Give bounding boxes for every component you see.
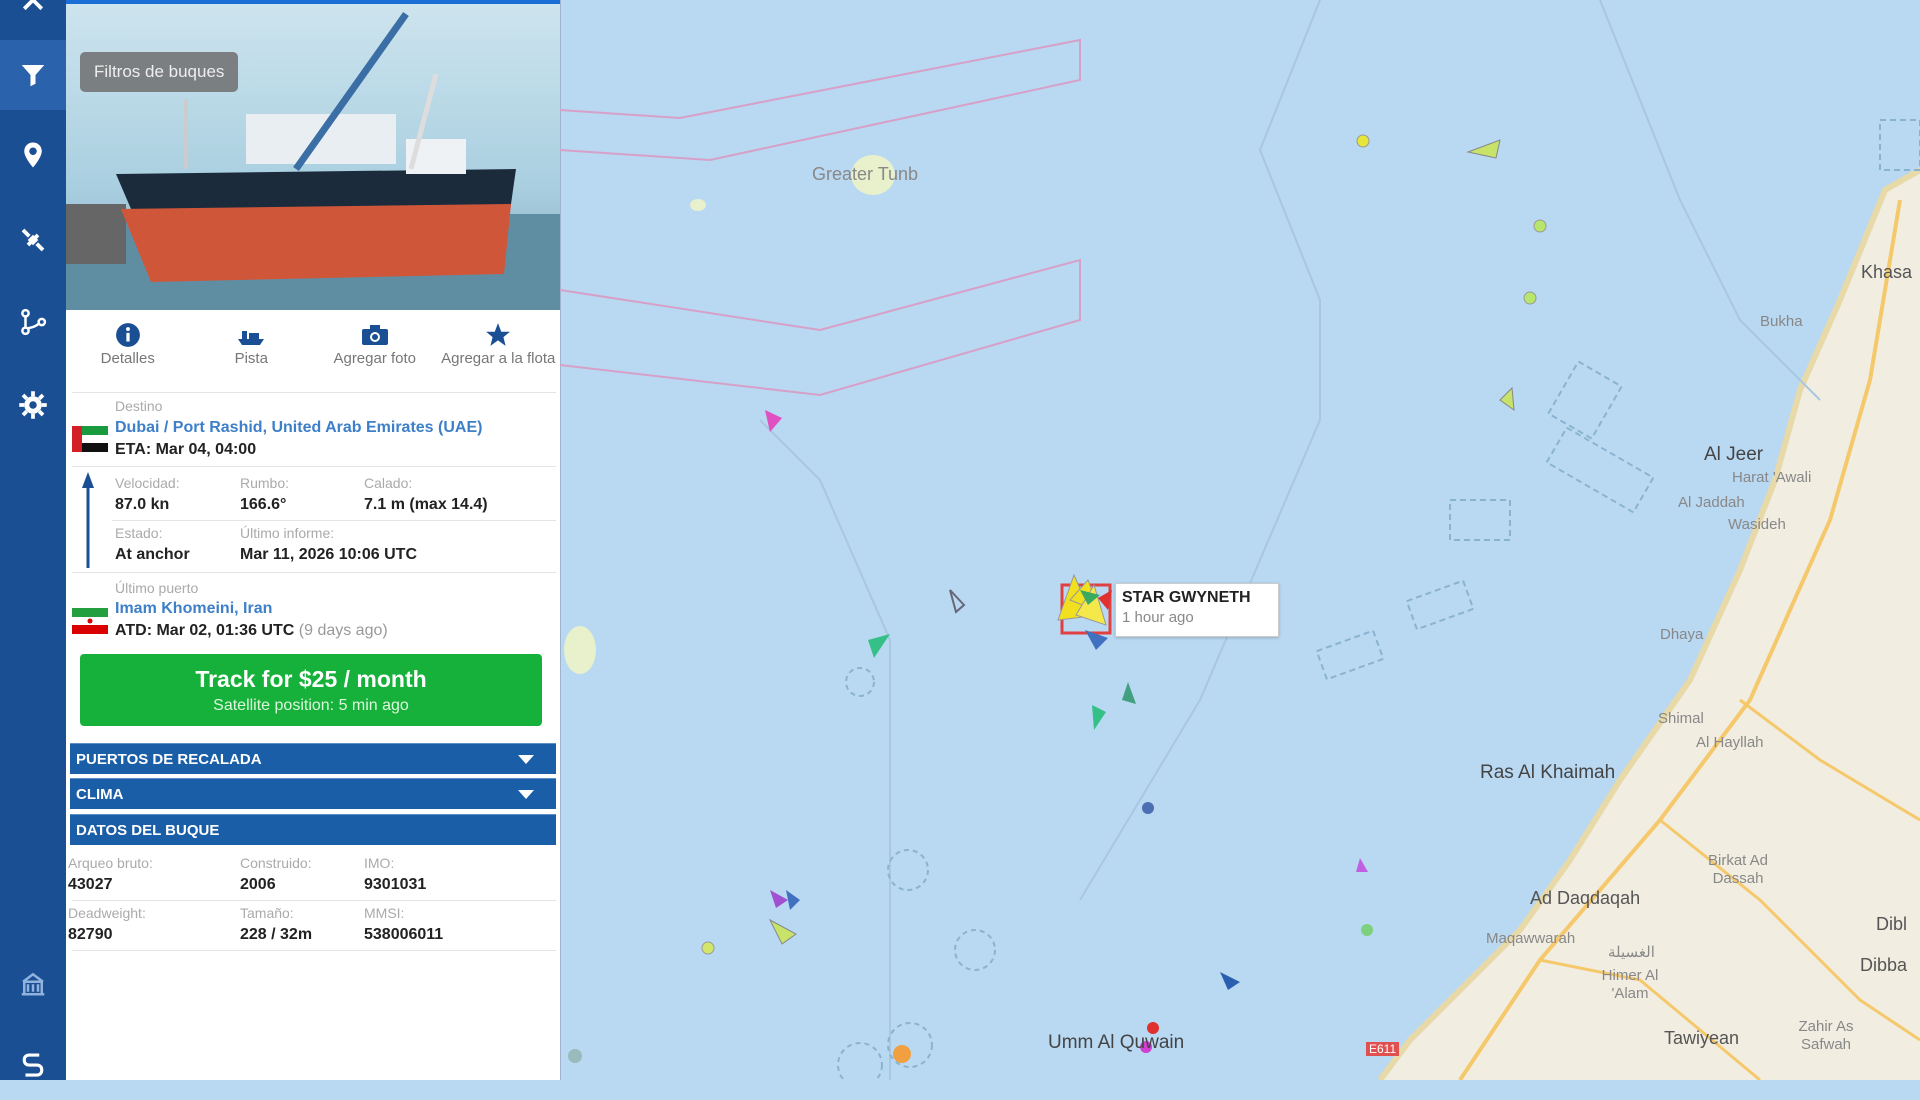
- close-icon[interactable]: [0, 0, 66, 20]
- vessel-popup-time: 1 hour ago: [1122, 609, 1194, 626]
- info-icon: [115, 323, 140, 347]
- course-value: 166.6°: [240, 496, 287, 513]
- draught-value: 7.1 m (max 14.4): [364, 496, 488, 513]
- filter-icon[interactable]: [0, 40, 66, 110]
- size-label: Tamaño:: [240, 905, 294, 921]
- map-label-himer-al-alam: Himer Al 'Alam: [1601, 967, 1659, 1002]
- atd-value: ATD: Mar 02, 01:36 UTC: [115, 622, 295, 639]
- map-label-birkat-ad-dassah: Birkat Ad Dassah: [1707, 852, 1769, 887]
- eta-value: ETA: Mar 04, 04:00: [115, 441, 257, 458]
- map-label-dhaya: Dhaya: [1660, 626, 1704, 643]
- settings-gear-icon[interactable]: [0, 370, 66, 440]
- mmsi-value: 538006011: [364, 926, 444, 943]
- map-road-shield-e611: E611: [1366, 1042, 1400, 1056]
- map-label-wasideh: Wasideh: [1728, 516, 1786, 533]
- map-label-dibb: Dibl: [1876, 914, 1908, 934]
- atd-row: ATD: Mar 02, 01:36 UTC (9 days ago): [115, 622, 388, 640]
- track-button-title: Track for $25 / month: [195, 666, 427, 692]
- status-label: Estado:: [115, 525, 163, 541]
- ports-of-call-section[interactable]: PUERTOS DE RECALADA: [70, 743, 556, 774]
- add-to-fleet-button[interactable]: Agregar a la flota: [437, 318, 561, 388]
- atd-ago: (9 days ago): [298, 622, 388, 639]
- map-label-al-ghusailah: الغسيلة: [1608, 944, 1655, 961]
- divider: [112, 520, 556, 521]
- vessel-panel: Detalles Pista Agregar foto Agregar a la…: [66, 0, 561, 1080]
- vessel-popup[interactable]: STAR GWYNETH 1 hour ago: [1115, 583, 1279, 637]
- gross-tonnage-label: Arqueo bruto:: [68, 855, 153, 871]
- camera-icon: [361, 325, 388, 345]
- map-label-shimal: Shimal: [1658, 710, 1704, 727]
- map-label-khasab: Khasa: [1861, 262, 1913, 282]
- divider: [72, 572, 556, 573]
- track-button-subtitle: Satellite position: 5 min ago: [213, 697, 409, 714]
- imo-label: IMO:: [364, 855, 395, 871]
- map-label-al-hayllah: Al Hayllah: [1696, 734, 1764, 751]
- draught-label: Calado:: [364, 475, 413, 491]
- deadweight-label: Deadweight:: [68, 905, 146, 921]
- uae-flag-icon: [72, 426, 108, 452]
- divider: [72, 466, 556, 467]
- built-value: 2006: [240, 876, 276, 893]
- last-report-value: Mar 11, 2026 10:06 UTC: [240, 546, 417, 563]
- weather-section[interactable]: CLIMA: [70, 778, 556, 809]
- map-label-maqawwarah: Maqawwarah: [1486, 930, 1576, 947]
- last-port-label: Último puerto: [115, 580, 199, 596]
- course-arrow-icon: [82, 472, 94, 568]
- course-label: Rumbo:: [240, 475, 290, 491]
- divider: [72, 392, 556, 393]
- ship-track-icon: [238, 331, 265, 345]
- built-label: Construido:: [240, 855, 312, 871]
- imo-value: 9301031: [364, 876, 427, 893]
- port-icon[interactable]: [0, 948, 66, 1018]
- route-icon[interactable]: [0, 287, 66, 357]
- status-value: At anchor: [115, 546, 190, 563]
- size-value: 228 / 32m: [240, 926, 313, 943]
- map-label-greater-tunb: Greater Tunb: [812, 164, 919, 184]
- map-label-ad-daqdaqah: Ad Daqdaqah: [1530, 888, 1641, 908]
- deadweight-value: 82790: [68, 926, 113, 943]
- gross-tonnage-value: 43027: [68, 876, 113, 893]
- filter-tooltip: Filtros de buques: [80, 52, 239, 92]
- map-label-bukha: Bukha: [1760, 313, 1803, 330]
- divider: [72, 950, 556, 951]
- vessel-data-title: DATOS DEL BUQUE: [76, 821, 220, 839]
- map-label-al-jaddah: Al Jaddah: [1678, 494, 1745, 511]
- speed-label: Velocidad:: [115, 475, 180, 491]
- map-label-al-jeer: Al Jeer: [1704, 444, 1764, 465]
- vessel-popup-name: STAR GWYNETH: [1122, 589, 1251, 606]
- destination-label: Destino: [115, 398, 163, 414]
- details-button[interactable]: Detalles: [66, 318, 190, 388]
- location-pin-icon[interactable]: [0, 120, 66, 190]
- map-label-dibba: Dibba: [1860, 955, 1908, 975]
- map-label-zahir-as-safwah: Zahir As Safwah: [1798, 1018, 1854, 1053]
- map-canvas[interactable]: Greater Tunb Khasa Bukha Al Jeer Harat '…: [560, 0, 1920, 1080]
- route-planner-icon[interactable]: [0, 1030, 66, 1100]
- weather-title: CLIMA: [76, 785, 124, 803]
- map-label-harat-awali: Harat 'Awali: [1732, 469, 1812, 486]
- side-toolbar: [0, 0, 66, 1080]
- chevron-down-icon: [518, 790, 534, 799]
- map-label-umm-al-quwain: Umm Al Quwain: [1048, 1032, 1185, 1053]
- track-button[interactable]: Pista: [190, 318, 314, 388]
- last-port-link[interactable]: Imam Khomeini, Iran: [115, 600, 272, 618]
- destination-link[interactable]: Dubai / Port Rashid, United Arab Emirate…: [115, 419, 482, 437]
- last-report-label: Último informe:: [240, 525, 335, 541]
- iran-flag-icon: [72, 608, 108, 634]
- vessel-data-section[interactable]: DATOS DEL BUQUE: [70, 814, 556, 845]
- track-subscription-button[interactable]: Track for $25 / month Satellite position…: [80, 654, 542, 726]
- star-icon: [486, 323, 511, 346]
- mmsi-label: MMSI:: [364, 905, 405, 921]
- speed-value: 87.0 kn: [115, 496, 170, 513]
- ports-of-call-title: PUERTOS DE RECALADA: [76, 750, 262, 768]
- divider: [72, 900, 556, 901]
- add-photo-button[interactable]: Agregar foto: [313, 318, 437, 388]
- vessel-actions: Detalles Pista Agregar foto Agregar a la…: [66, 318, 560, 388]
- map-layer: [560, 0, 1920, 1080]
- map-label-tawiyean: Tawiyean: [1664, 1028, 1740, 1048]
- chevron-down-icon: [518, 755, 534, 764]
- map-label-ras-al-khaimah: Ras Al Khaimah: [1480, 762, 1616, 783]
- vessel-photo[interactable]: [66, 0, 560, 310]
- satellite-icon[interactable]: [0, 205, 66, 275]
